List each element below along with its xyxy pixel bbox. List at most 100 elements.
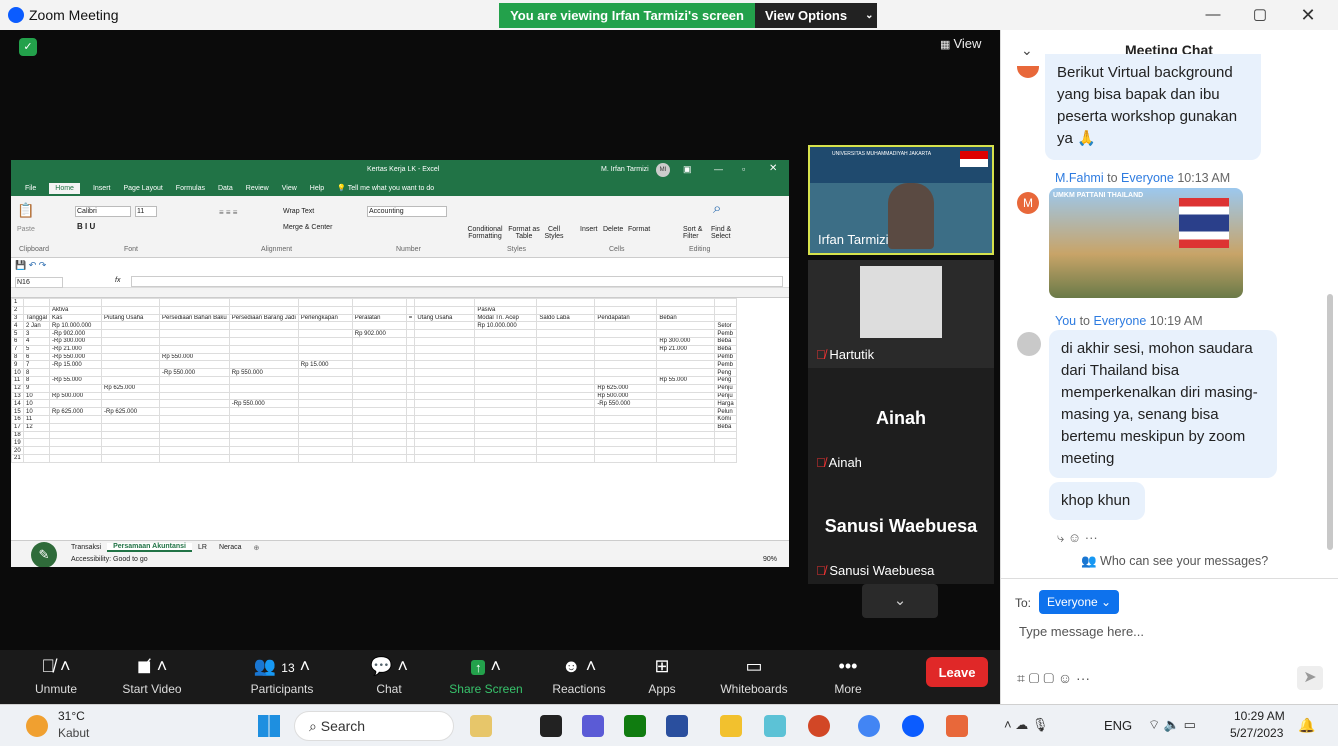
table-cell[interactable]: Rp 625.000 — [101, 383, 161, 393]
table-cell[interactable]: -Rp 625.000 — [101, 407, 161, 416]
table-cell[interactable] — [414, 352, 476, 362]
table-cell[interactable] — [474, 329, 538, 338]
sheet-tab-transaksi[interactable]: Transaksi — [65, 544, 107, 551]
table-cell[interactable] — [351, 336, 407, 346]
table-cell[interactable] — [228, 360, 299, 370]
table-cell[interactable]: Rp 300.000 — [656, 336, 716, 346]
chat-button[interactable]: 💬 ˄ Chat — [366, 650, 412, 704]
table-cell[interactable] — [49, 453, 103, 463]
table-cell[interactable] — [159, 414, 230, 424]
weather-desc[interactable]: Kabut — [58, 726, 89, 740]
table-cell[interactable] — [656, 368, 716, 377]
table-cell[interactable] — [228, 438, 299, 448]
table-cell[interactable] — [405, 352, 416, 362]
find-select-button[interactable]: Find & Select — [711, 226, 735, 240]
table-cell[interactable] — [656, 391, 716, 401]
apps-button[interactable]: ⊞ Apps — [640, 650, 684, 704]
font-name-box[interactable]: Calibri — [75, 206, 131, 217]
table-cell[interactable] — [351, 446, 407, 455]
format-as-table-button[interactable]: Format as Table — [507, 226, 541, 240]
table-cell[interactable] — [414, 430, 476, 440]
table-cell[interactable] — [714, 453, 737, 463]
table-cell[interactable]: Rp 625.000 — [49, 407, 103, 416]
table-cell[interactable]: 12 — [22, 422, 51, 432]
table-cell[interactable]: 3 — [11, 313, 24, 323]
table-cell[interactable] — [49, 430, 103, 440]
table-cell[interactable]: 4 — [11, 321, 24, 331]
table-cell[interactable]: Setor — [714, 321, 737, 331]
sheet-tab-neraca[interactable]: Neraca — [213, 544, 248, 551]
clock-date[interactable]: 5/27/2023 — [1230, 726, 1283, 740]
table-cell[interactable]: Penju — [714, 391, 737, 401]
onenote-icon[interactable] — [666, 715, 688, 737]
table-cell[interactable] — [159, 422, 230, 432]
table-cell[interactable] — [414, 298, 476, 307]
table-cell[interactable]: Beba — [714, 344, 737, 354]
table-cell[interactable] — [228, 391, 299, 401]
table-cell[interactable]: 8 — [22, 375, 51, 385]
format-cells-button[interactable]: Format — [628, 226, 650, 233]
table-cell[interactable] — [22, 305, 51, 315]
view-button[interactable]: ▦ View — [940, 36, 981, 51]
more-button[interactable]: ••• More — [826, 650, 870, 704]
table-cell[interactable]: Pelun — [714, 407, 737, 416]
table-cell[interactable] — [297, 375, 353, 385]
table-cell[interactable]: Rp 550.000 — [159, 352, 230, 362]
spreadsheet-grid[interactable]: 1 2 Aktiva Pasiva 3 Tanggal Kas Piutang Usaha Pe… — [11, 298, 786, 544]
table-cell[interactable] — [594, 344, 658, 354]
table-cell[interactable] — [474, 446, 538, 455]
table-cell[interactable]: 10 — [11, 368, 24, 377]
table-cell[interactable] — [474, 375, 538, 385]
restore-button[interactable]: ▢ — [1245, 4, 1275, 26]
table-cell[interactable] — [594, 360, 658, 370]
table-cell[interactable]: 11 — [22, 414, 51, 424]
table-cell[interactable]: Peng — [714, 375, 737, 385]
table-cell[interactable]: Perlengkapan — [297, 313, 353, 323]
table-cell[interactable] — [594, 329, 658, 338]
table-cell[interactable]: 12 — [11, 383, 24, 393]
table-cell[interactable] — [228, 321, 299, 331]
share-screen-button[interactable]: ↑ ˄ Share Screen — [444, 650, 528, 704]
table-cell[interactable] — [536, 391, 596, 401]
video-tile-sanusi[interactable]: Sanusi Waebuesa 🎙̸ Sanusi Waebuesa — [808, 476, 994, 584]
excel-window[interactable]: Kertas Kerja LK - Excel M. Irfan Tarmizi… — [11, 160, 789, 567]
table-cell[interactable] — [414, 453, 476, 463]
table-cell[interactable] — [594, 352, 658, 362]
table-cell[interactable]: Peralatan — [351, 313, 407, 323]
table-cell[interactable] — [405, 391, 416, 401]
table-cell[interactable] — [656, 407, 716, 416]
table-cell[interactable] — [594, 305, 658, 315]
paste-label[interactable]: Paste — [17, 226, 35, 233]
close-button[interactable]: ✕ — [1293, 4, 1323, 26]
menu-view[interactable]: View — [282, 185, 297, 192]
table-cell[interactable] — [714, 298, 737, 307]
table-cell[interactable] — [159, 344, 230, 354]
table-cell[interactable] — [101, 360, 161, 370]
table-cell[interactable] — [656, 430, 716, 440]
table-cell[interactable] — [22, 438, 51, 448]
table-cell[interactable] — [594, 368, 658, 377]
save-icon[interactable]: 💾 ↶ ↷ — [15, 260, 46, 271]
table-cell[interactable] — [405, 344, 416, 354]
wrap-text-button[interactable]: Wrap Text — [283, 208, 314, 215]
table-cell[interactable]: 17 — [11, 422, 24, 432]
table-cell[interactable] — [474, 422, 538, 432]
table-cell[interactable] — [101, 336, 161, 346]
table-cell[interactable]: 9 — [11, 360, 24, 370]
table-cell[interactable] — [351, 407, 407, 416]
table-cell[interactable]: 6 — [11, 336, 24, 346]
table-cell[interactable] — [49, 298, 103, 307]
scroll-down-button[interactable]: ⌄ — [862, 584, 938, 618]
table-cell[interactable] — [405, 305, 416, 315]
table-cell[interactable] — [159, 321, 230, 331]
table-cell[interactable] — [405, 430, 416, 440]
table-cell[interactable] — [405, 336, 416, 346]
menu-file[interactable]: File — [25, 185, 36, 192]
table-cell[interactable] — [414, 422, 476, 432]
table-cell[interactable] — [594, 438, 658, 448]
table-cell[interactable] — [656, 414, 716, 424]
table-cell[interactable] — [414, 446, 476, 455]
table-cell[interactable] — [714, 313, 737, 323]
table-cell[interactable] — [656, 422, 716, 432]
table-cell[interactable] — [297, 305, 353, 315]
